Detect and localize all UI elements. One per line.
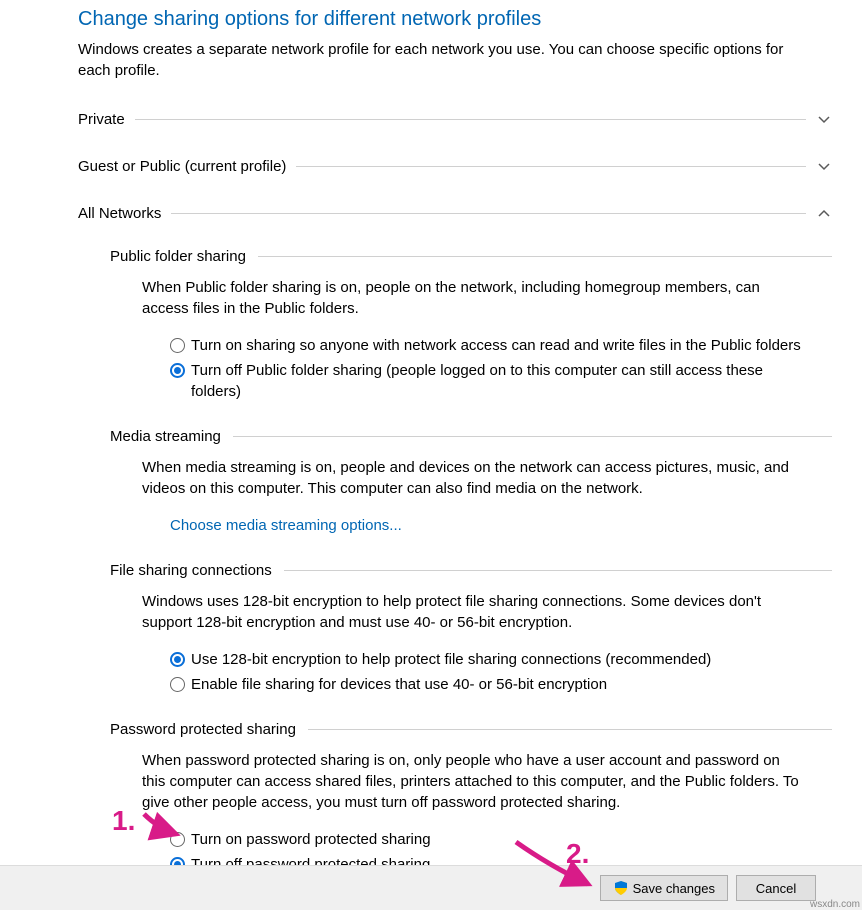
subsection-password-sharing: Password protected sharing When password…: [78, 721, 832, 875]
chevron-down-icon: [816, 159, 832, 175]
radio-password-on-label: Turn on password protected sharing: [191, 829, 802, 850]
cancel-label: Cancel: [756, 881, 796, 896]
radio-icon: [170, 832, 185, 847]
save-changes-button[interactable]: Save changes: [600, 875, 728, 901]
radio-icon: [170, 677, 185, 692]
radio-public-folder-off-label: Turn off Public folder sharing (people l…: [191, 360, 802, 402]
footer-bar: Save changes Cancel: [0, 865, 862, 910]
chevron-up-icon: [816, 206, 832, 222]
section-private[interactable]: Private: [78, 103, 832, 136]
divider: [258, 256, 832, 257]
save-changes-label: Save changes: [633, 881, 715, 896]
radio-password-on[interactable]: Turn on password protected sharing: [170, 829, 802, 850]
media-streaming-options-link[interactable]: Choose media streaming options...: [170, 515, 402, 536]
radio-encryption-128-label: Use 128-bit encryption to help protect f…: [191, 649, 802, 670]
radio-icon: [170, 652, 185, 667]
section-all-networks[interactable]: All Networks: [78, 197, 832, 230]
cancel-button[interactable]: Cancel: [736, 875, 816, 901]
radio-icon: [170, 363, 185, 378]
page-title: Change sharing options for different net…: [78, 8, 832, 31]
section-guest-label: Guest or Public (current profile): [78, 158, 286, 175]
subsection-public-folder-sharing: Public folder sharing When Public folder…: [78, 248, 832, 402]
divider: [308, 729, 832, 730]
radio-public-folder-off[interactable]: Turn off Public folder sharing (people l…: [170, 360, 802, 402]
public-folder-sharing-header: Public folder sharing: [110, 248, 246, 265]
file-sharing-description: Windows uses 128-bit encryption to help …: [142, 591, 802, 633]
password-sharing-header: Password protected sharing: [110, 721, 296, 738]
public-folder-sharing-description: When Public folder sharing is on, people…: [142, 277, 802, 319]
radio-public-folder-on-label: Turn on sharing so anyone with network a…: [191, 335, 802, 356]
divider: [171, 213, 806, 214]
divider: [233, 436, 832, 437]
watermark: wsxdn.com: [810, 899, 860, 910]
intro-text: Windows creates a separate network profi…: [78, 39, 798, 81]
file-sharing-header: File sharing connections: [110, 562, 272, 579]
media-streaming-description: When media streaming is on, people and d…: [142, 457, 802, 499]
chevron-down-icon: [816, 112, 832, 128]
media-streaming-header: Media streaming: [110, 428, 221, 445]
radio-encryption-128[interactable]: Use 128-bit encryption to help protect f…: [170, 649, 802, 670]
divider: [296, 166, 806, 167]
radio-encryption-40[interactable]: Enable file sharing for devices that use…: [170, 674, 802, 695]
radio-public-folder-on[interactable]: Turn on sharing so anyone with network a…: [170, 335, 802, 356]
subsection-file-sharing: File sharing connections Windows uses 12…: [78, 562, 832, 695]
section-private-label: Private: [78, 111, 125, 128]
password-sharing-description: When password protected sharing is on, o…: [142, 750, 802, 813]
divider: [284, 570, 832, 571]
uac-shield-icon: [613, 880, 629, 896]
radio-encryption-40-label: Enable file sharing for devices that use…: [191, 674, 802, 695]
section-guest-public[interactable]: Guest or Public (current profile): [78, 150, 832, 183]
section-all-label: All Networks: [78, 205, 161, 222]
subsection-media-streaming: Media streaming When media streaming is …: [78, 428, 832, 536]
divider: [135, 119, 806, 120]
radio-icon: [170, 338, 185, 353]
